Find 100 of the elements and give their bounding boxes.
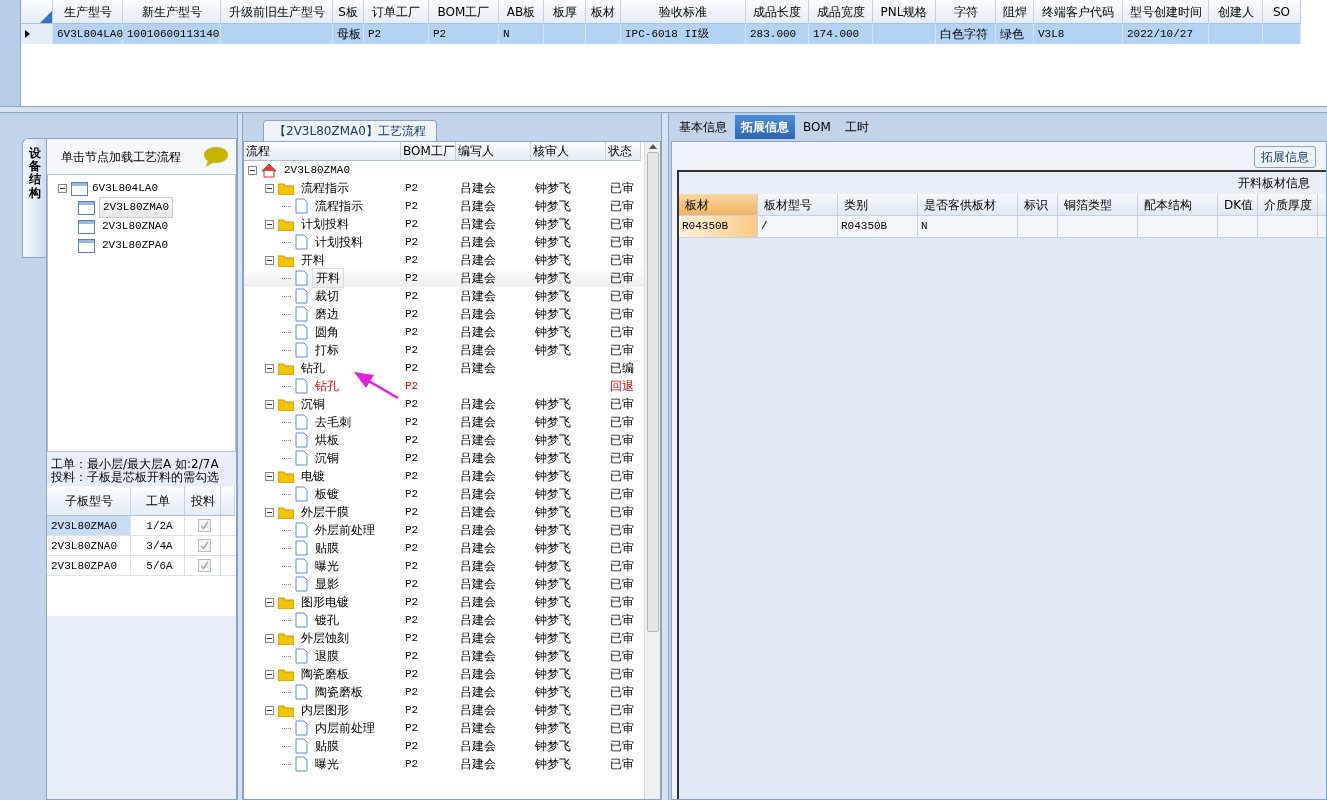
table-cell[interactable]: 2V3L80ZMA0 (47, 516, 131, 536)
tree-node[interactable]: 2V3L80ZMA0 (99, 197, 173, 218)
flow-step[interactable]: 计划投料 (312, 233, 366, 251)
collapse-icon[interactable] (265, 183, 274, 193)
flow-step[interactable]: 流程指示 (298, 179, 352, 197)
column-header[interactable]: 编写人 (456, 142, 531, 161)
flow-step[interactable]: 钻孔 (312, 377, 342, 395)
column-header[interactable]: 介质厚度 (1258, 194, 1318, 216)
collapse-icon[interactable] (265, 705, 274, 715)
column-header[interactable]: BOM工厂 (429, 0, 499, 24)
scroll-thumb[interactable] (646, 152, 659, 632)
column-header[interactable]: 板材 (586, 0, 621, 24)
side-tab[interactable]: 设备结构 (22, 138, 46, 258)
scroll-up-icon[interactable] (647, 142, 658, 150)
flow-step[interactable]: 烘板 (312, 431, 342, 449)
scrollbar[interactable] (644, 142, 660, 799)
column-header[interactable]: 子板型号 (47, 486, 131, 517)
column-header[interactable]: 板厚 (544, 0, 586, 24)
column-header[interactable]: 新生产型号 (123, 0, 221, 24)
column-header[interactable]: 板材 (679, 194, 758, 216)
column-header[interactable]: S板 (333, 0, 364, 24)
column-header[interactable]: 成品长度 (746, 0, 809, 24)
column-header[interactable]: 阻焊 (996, 0, 1034, 24)
flow-step[interactable]: 钻孔 (298, 359, 328, 377)
column-header[interactable]: DK值 (1218, 194, 1258, 216)
collapse-icon[interactable] (265, 255, 274, 265)
flow-step[interactable]: 沉铜 (298, 395, 328, 413)
collapse-icon[interactable] (58, 184, 67, 193)
column-header[interactable]: 配本结构 (1138, 194, 1218, 216)
collapse-icon[interactable] (265, 507, 274, 517)
flow-step[interactable]: 开料 (312, 268, 344, 288)
column-header[interactable]: 订单工厂 (364, 0, 429, 24)
column-header[interactable]: PNL规格 (873, 0, 936, 24)
column-header[interactable]: 标识 (1018, 194, 1058, 216)
checkbox[interactable] (198, 539, 211, 553)
flow-step[interactable]: 外层蚀刻 (298, 629, 352, 647)
column-header[interactable]: 状态 (606, 142, 641, 161)
collapse-icon[interactable] (265, 399, 274, 409)
flow-step[interactable]: 板镀 (312, 485, 342, 503)
column-header[interactable]: 流程 (244, 142, 401, 161)
column-header[interactable]: 验收标准 (621, 0, 746, 24)
column-header[interactable]: 类别 (838, 194, 918, 216)
collapse-icon[interactable] (265, 669, 274, 679)
table-cell[interactable]: 2V3L80ZNA0 (47, 536, 131, 556)
column-header[interactable]: BOM工厂 (401, 142, 456, 161)
flow-step[interactable]: 开料 (298, 251, 328, 269)
flow-step[interactable]: 电镀 (298, 467, 328, 485)
column-header[interactable]: 铜箔类型 (1058, 194, 1138, 216)
flow-step[interactable]: 裁切 (312, 287, 342, 305)
flow-step[interactable]: 外层干膜 (298, 503, 352, 521)
checkbox[interactable] (198, 519, 211, 533)
flow-step[interactable]: 贴膜 (312, 539, 342, 557)
flow-step[interactable]: 镀孔 (312, 611, 342, 629)
column-header[interactable]: 投料 (185, 486, 221, 517)
tree-node[interactable]: 2V3L80ZNA0 (99, 217, 171, 236)
flow-step[interactable]: 曝光 (312, 755, 342, 773)
tab[interactable]: 拓展信息 (735, 115, 795, 139)
tab[interactable]: BOM (797, 115, 837, 139)
column-header[interactable]: 核审人 (531, 142, 606, 161)
collapse-icon[interactable] (265, 471, 274, 481)
flow-step[interactable]: 内层前处理 (312, 719, 378, 737)
collapse-icon[interactable] (248, 165, 257, 175)
column-header[interactable]: 板材型号 (758, 194, 838, 216)
flow-step[interactable]: 贴膜 (312, 737, 342, 755)
flow-step[interactable]: 退膜 (312, 647, 342, 665)
tree-node[interactable]: 2V3L80ZPA0 (99, 236, 171, 255)
column-header[interactable]: 成品宽度 (809, 0, 873, 24)
flow-step[interactable]: 陶瓷磨板 (312, 683, 366, 701)
collapse-icon[interactable] (265, 363, 274, 373)
column-header[interactable]: 生产型号 (53, 0, 123, 24)
flow-step[interactable]: 内层图形 (298, 701, 352, 719)
collapse-icon[interactable] (265, 633, 274, 643)
flow-step[interactable]: 外层前处理 (312, 521, 378, 539)
flow-step[interactable]: 陶瓷磨板 (298, 665, 352, 683)
column-header[interactable]: SO (1263, 0, 1301, 24)
table-cell[interactable]: 2V3L80ZPA0 (47, 556, 131, 576)
collapse-icon[interactable] (265, 597, 274, 607)
tab[interactable]: 基本信息 (673, 115, 733, 139)
tree-node[interactable]: 6V3L804LA0 (92, 180, 158, 197)
flow-step[interactable]: 图形电镀 (298, 593, 352, 611)
column-header[interactable]: 是否客供板材 (918, 194, 1018, 216)
flow-step[interactable]: 沉铜 (312, 449, 342, 467)
collapse-icon[interactable] (265, 219, 274, 229)
flow-step[interactable]: 2V3L80ZMA0 (281, 161, 353, 179)
checkbox[interactable] (198, 559, 211, 573)
tab[interactable]: 工时 (838, 115, 875, 139)
column-header[interactable]: AB板 (499, 0, 544, 24)
column-header[interactable]: 字符 (936, 0, 996, 24)
row-header[interactable] (21, 24, 53, 44)
flow-step[interactable]: 去毛刺 (312, 413, 354, 431)
flow-step[interactable]: 圆角 (312, 323, 342, 341)
flow-step[interactable]: 打标 (312, 341, 342, 359)
table-cell[interactable]: R04350B (679, 216, 758, 238)
column-header[interactable]: 型号创建时间 (1123, 0, 1209, 24)
flow-step[interactable]: 显影 (312, 575, 342, 593)
flow-step[interactable]: 流程指示 (312, 197, 366, 215)
column-header[interactable]: 升级前旧生产型号 (221, 0, 333, 24)
column-header[interactable]: 工单 (131, 486, 185, 517)
flow-step[interactable]: 计划投料 (298, 215, 352, 233)
column-header[interactable]: 创建人 (1209, 0, 1263, 24)
